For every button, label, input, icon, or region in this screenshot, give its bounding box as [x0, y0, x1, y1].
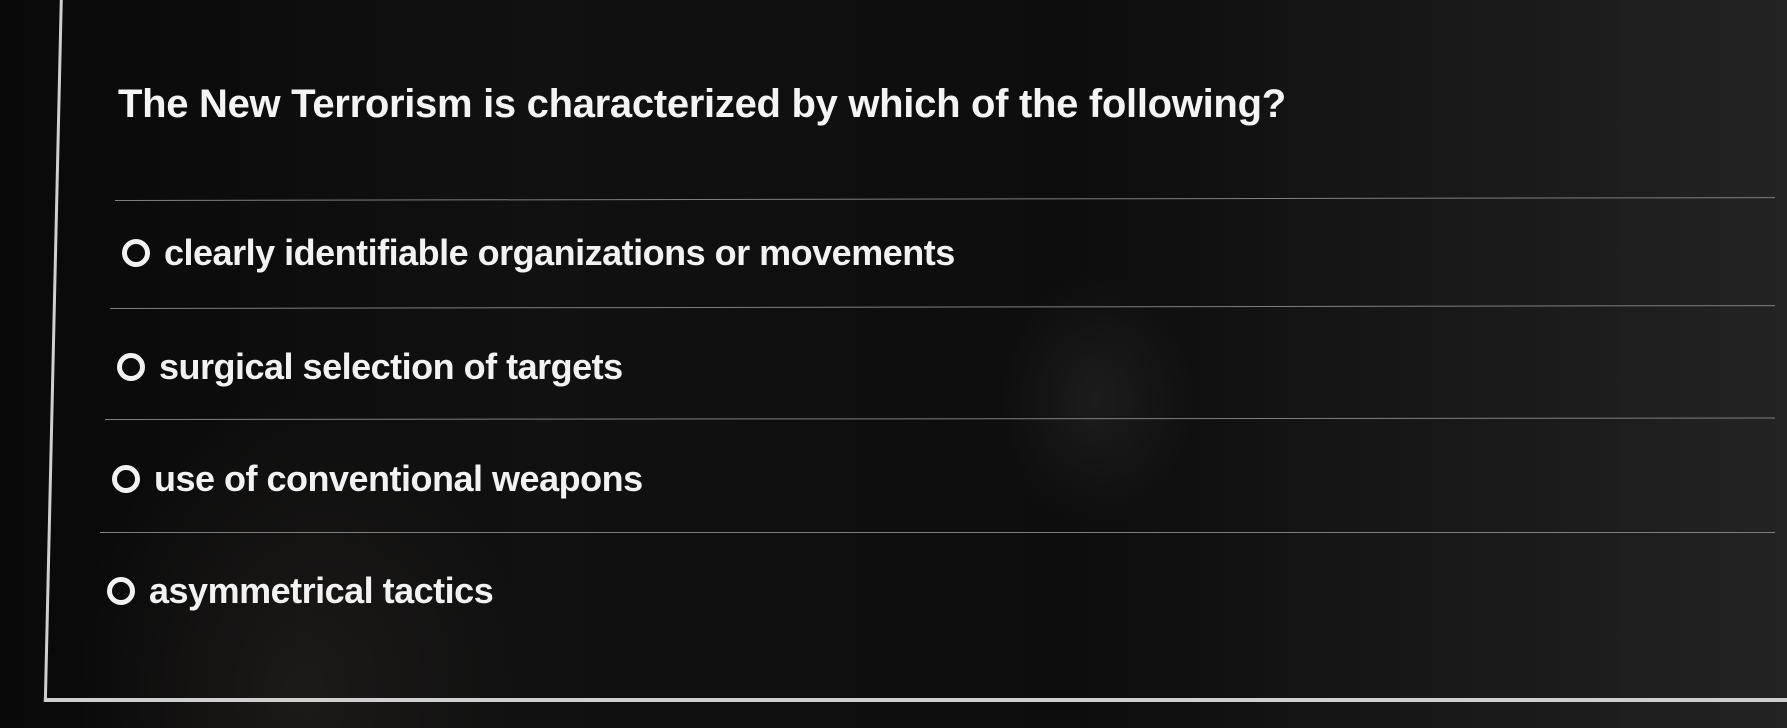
- answer-option-2[interactable]: surgical selection of targets: [117, 346, 623, 388]
- radio-button-icon[interactable]: [107, 577, 135, 605]
- answer-option-label: surgical selection of targets: [159, 346, 623, 387]
- answer-option-1[interactable]: clearly identifiable organizations or mo…: [122, 232, 955, 274]
- question-text: The New Terrorism is characterized by wh…: [118, 82, 1286, 126]
- quiz-screen: The New Terrorism is characterized by wh…: [0, 0, 1787, 728]
- radio-button-icon[interactable]: [112, 465, 140, 493]
- answer-option-label: clearly identifiable organizations or mo…: [164, 232, 955, 273]
- answer-option-4[interactable]: asymmetrical tactics: [107, 570, 494, 612]
- divider: [100, 532, 1775, 533]
- radio-button-icon[interactable]: [122, 239, 150, 267]
- answer-option-label: asymmetrical tactics: [149, 570, 494, 611]
- radio-button-icon[interactable]: [117, 353, 145, 381]
- answer-option-label: use of conventional weapons: [154, 458, 643, 499]
- answer-option-3[interactable]: use of conventional weapons: [112, 458, 643, 500]
